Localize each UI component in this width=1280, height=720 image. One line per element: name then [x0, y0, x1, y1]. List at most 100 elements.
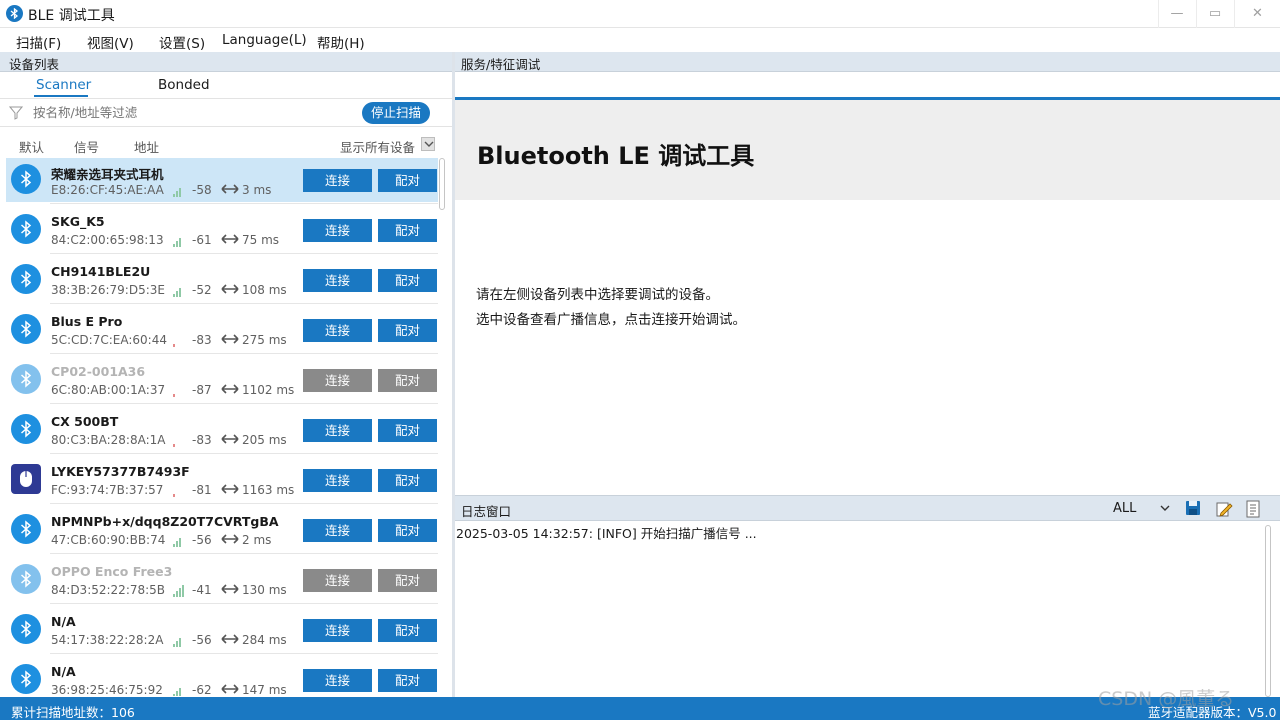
filter-input[interactable]	[33, 105, 333, 120]
window-title: BLE 调试工具	[28, 8, 115, 24]
device-name: NPMNPb+x/dqq8Z20T7CVRTgBA	[51, 514, 279, 529]
title-bar: BLE 调试工具 — ▭ ✕	[0, 0, 1280, 28]
signal-strength-icon	[173, 185, 187, 197]
device-row[interactable]: 荣耀亲选耳夹式耳机 E8:26:CF:45:AE:AA -58 3 ms 连接 配对	[6, 158, 438, 204]
hero-title: Bluetooth LE 调试工具	[477, 142, 755, 170]
device-row[interactable]: Blus E Pro 5C:CD:7C:EA:60:44 -83 275 ms 连接 配对	[6, 308, 438, 354]
pair-button[interactable]: 配对	[378, 519, 437, 542]
menu-language[interactable]: Language(L)	[222, 32, 307, 48]
connect-button[interactable]: 连接	[303, 419, 372, 442]
device-row[interactable]: N/A 36:98:25:46:75:92 -62 147 ms 连接 配对	[6, 658, 438, 696]
signal-strength-icon	[173, 235, 187, 247]
connect-button[interactable]: 连接	[303, 319, 372, 342]
device-rssi: -56	[192, 533, 212, 547]
interval-arrow-icon	[221, 184, 239, 194]
connect-button[interactable]: 连接	[303, 369, 372, 392]
connect-button[interactable]: 连接	[303, 569, 372, 592]
device-row[interactable]: SKG_K5 84:C2:00:65:98:13 -61 75 ms 连接 配对	[6, 208, 438, 254]
connect-button[interactable]: 连接	[303, 469, 372, 492]
device-mac: E8:26:CF:45:AE:AA	[51, 183, 164, 197]
interval-arrow-icon	[221, 584, 239, 594]
device-row[interactable]: CP02-001A36 6C:80:AB:00:1A:37 -87 1102 ms 连接…	[6, 358, 438, 404]
active-tab-indicator	[34, 95, 88, 97]
row-divider	[50, 653, 438, 654]
connect-button[interactable]: 连接	[303, 169, 372, 192]
bluetooth-icon	[11, 214, 41, 244]
clear-log-icon[interactable]	[1245, 500, 1261, 518]
device-row[interactable]: CX 500BT 80:C3:BA:28:8A:1A -83 205 ms 连接 配对	[6, 408, 438, 454]
log-entry: 2025-03-05 14:32:57: [INFO] 开始扫描广播信号 ...	[456, 526, 757, 541]
device-row[interactable]: N/A 54:17:38:22:28:2A -56 284 ms 连接 配对	[6, 608, 438, 654]
sort-signal[interactable]: 信号	[74, 137, 99, 156]
close-button[interactable]: ✕	[1234, 0, 1280, 28]
row-divider	[50, 403, 438, 404]
sort-default[interactable]: 默认	[19, 137, 44, 156]
device-rssi: -83	[192, 333, 212, 347]
pair-button[interactable]: 配对	[378, 319, 437, 342]
connect-button[interactable]: 连接	[303, 519, 372, 542]
log-scrollbar[interactable]	[1262, 522, 1274, 697]
device-rssi: -81	[192, 483, 212, 497]
menu-help[interactable]: 帮助(H)	[317, 32, 365, 52]
row-divider	[50, 453, 438, 454]
bluetooth-icon	[11, 564, 41, 594]
bluetooth-icon	[11, 314, 41, 344]
filter-icon	[9, 106, 23, 120]
pair-button[interactable]: 配对	[378, 619, 437, 642]
connect-button[interactable]: 连接	[303, 269, 372, 292]
stop-scan-button[interactable]: 停止扫描	[362, 102, 430, 124]
pair-button[interactable]: 配对	[378, 369, 437, 392]
device-interval: 1102 ms	[242, 383, 295, 397]
device-row[interactable]: OPPO Enco Free3 84:D3:52:22:78:5B -41 130 m…	[6, 558, 438, 604]
app-bluetooth-icon	[6, 5, 23, 22]
log-level-select[interactable]: ALL	[1113, 501, 1136, 516]
device-rssi: -56	[192, 633, 212, 647]
chevron-down-icon[interactable]	[1160, 505, 1170, 512]
ble-debug-app: BLE 调试工具 — ▭ ✕ 扫描(F) 视图(V) 设置(S) Languag…	[0, 0, 1280, 720]
tab-scanner[interactable]: Scanner	[36, 77, 91, 93]
connect-button[interactable]: 连接	[303, 619, 372, 642]
bluetooth-icon	[11, 414, 41, 444]
device-interval: 275 ms	[242, 333, 287, 347]
device-mac: 6C:80:AB:00:1A:37	[51, 383, 166, 397]
log-scrollbar-thumb[interactable]	[1265, 525, 1271, 697]
tab-bonded[interactable]: Bonded	[158, 77, 210, 93]
interval-arrow-icon	[221, 334, 239, 344]
pair-button[interactable]: 配对	[378, 169, 437, 192]
hint-text-line1: 请在左侧设备列表中选择要调试的设备。	[476, 287, 719, 303]
pair-button[interactable]: 配对	[378, 669, 437, 692]
pair-button[interactable]: 配对	[378, 469, 437, 492]
menu-scan[interactable]: 扫描(F)	[16, 32, 61, 52]
device-rssi: -41	[192, 583, 212, 597]
pair-button[interactable]: 配对	[378, 219, 437, 242]
signal-strength-icon	[173, 535, 187, 547]
show-all-dropdown[interactable]	[421, 137, 435, 151]
scan-count-status: 累计扫描地址数：106	[11, 705, 135, 720]
edit-icon[interactable]	[1215, 500, 1233, 518]
menu-view[interactable]: 视图(V)	[87, 32, 134, 52]
sort-address[interactable]: 地址	[134, 137, 159, 156]
menu-settings[interactable]: 设置(S)	[159, 32, 205, 52]
device-mac: 47:CB:60:90:BB:74	[51, 533, 166, 547]
pair-button[interactable]: 配对	[378, 569, 437, 592]
minimize-button[interactable]: —	[1158, 0, 1195, 28]
connect-button[interactable]: 连接	[303, 669, 372, 692]
save-icon[interactable]	[1185, 500, 1201, 516]
device-row[interactable]: CH9141BLE2U 38:3B:26:79:D5:3E -52 108 ms 连接配…	[6, 258, 438, 304]
bluetooth-icon	[11, 664, 41, 694]
device-list-scrollbar[interactable]	[438, 156, 446, 696]
signal-strength-icon	[173, 485, 187, 497]
device-interval: 284 ms	[242, 633, 287, 647]
scrollbar-thumb[interactable]	[439, 158, 445, 210]
row-divider	[50, 353, 438, 354]
device-interval: 130 ms	[242, 583, 287, 597]
maximize-button[interactable]: ▭	[1196, 0, 1233, 28]
device-row[interactable]: NPMNPb+x/dqq8Z20T7CVRTgBA 47:CB:60:90:BB:…	[6, 508, 438, 554]
device-row[interactable]: LYKEY57377B7493F FC:93:74:7B:37:57 -81 1163…	[6, 458, 438, 504]
pair-button[interactable]: 配对	[378, 419, 437, 442]
device-mac: 84:C2:00:65:98:13	[51, 233, 164, 247]
row-divider	[50, 203, 438, 204]
connect-button[interactable]: 连接	[303, 219, 372, 242]
pair-button[interactable]: 配对	[378, 269, 437, 292]
signal-strength-icon	[173, 335, 187, 347]
